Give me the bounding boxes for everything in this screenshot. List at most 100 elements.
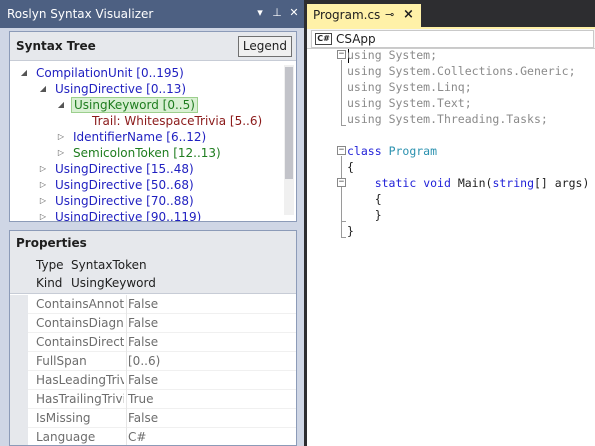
property-value[interactable]: False bbox=[128, 371, 158, 390]
expand-arrow-icon[interactable]: ▷ bbox=[38, 177, 48, 193]
tree-row[interactable]: ▷ UsingDirective [50..68) bbox=[10, 177, 282, 193]
tree-node-label[interactable]: Trail: WhitespaceTrivia [5..6) bbox=[90, 113, 264, 129]
code-area[interactable]: − − − using System; using System.Collect… bbox=[307, 47, 595, 446]
syntax-tree-list: ◢ CompilationUnit [0..195) ◢ UsingDirect… bbox=[10, 65, 282, 221]
syntax-tree-header: Syntax Tree Legend bbox=[10, 32, 296, 61]
collapse-icon[interactable]: − bbox=[337, 50, 346, 59]
expand-arrow-icon[interactable]: ▷ bbox=[38, 209, 48, 221]
project-name[interactable]: CSApp bbox=[336, 32, 376, 46]
code-line: } bbox=[347, 207, 382, 223]
property-row[interactable]: Language C# bbox=[10, 428, 296, 445]
syntax-tree-heading: Syntax Tree bbox=[16, 39, 96, 53]
property-row[interactable]: ContainsDiagnostics False bbox=[10, 314, 296, 333]
tree-node-label[interactable]: SemicolonToken [12..13) bbox=[71, 145, 223, 161]
tree-node-label[interactable]: UsingDirective [50..68) bbox=[53, 177, 196, 193]
property-value[interactable]: False bbox=[128, 333, 158, 352]
column-divider bbox=[126, 409, 127, 428]
property-row[interactable]: ContainsDirectives False bbox=[10, 333, 296, 352]
properties-header: Properties bbox=[10, 231, 296, 254]
tree-node-label[interactable]: UsingDirective [0..13) bbox=[53, 81, 188, 97]
tree-row-selected[interactable]: ◢ UsingKeyword [0..5) bbox=[10, 97, 282, 113]
expand-arrow-icon[interactable]: ◢ bbox=[56, 97, 66, 113]
tree-scrollbar-thumb[interactable] bbox=[285, 67, 293, 179]
code-line: } bbox=[347, 223, 354, 239]
namespace-token: System.Threading.Tasks; bbox=[388, 112, 548, 126]
expand-arrow-icon[interactable]: ▷ bbox=[38, 193, 48, 209]
brace-token: { bbox=[347, 160, 354, 174]
row-gutter bbox=[10, 295, 28, 314]
tree-row[interactable]: ◢ UsingDirective [0..13) bbox=[10, 81, 282, 97]
property-value[interactable]: False bbox=[128, 314, 158, 333]
expand-arrow-icon[interactable]: ▷ bbox=[56, 129, 66, 145]
property-value[interactable]: [0..6) bbox=[128, 352, 160, 371]
property-name: ContainsAnnotations bbox=[36, 297, 124, 311]
outline-guide bbox=[341, 221, 346, 222]
column-divider bbox=[126, 295, 127, 314]
property-value[interactable]: C# bbox=[128, 428, 146, 445]
expand-arrow-icon[interactable]: ▷ bbox=[38, 161, 48, 177]
close-icon[interactable]: ✕ bbox=[287, 6, 301, 20]
type-label: Type bbox=[36, 258, 64, 272]
property-row[interactable]: HasLeadingTrivia False bbox=[10, 371, 296, 390]
column-divider bbox=[126, 314, 127, 333]
tab-label[interactable]: Program.cs bbox=[313, 8, 380, 22]
tree-node-label[interactable]: UsingDirective [90..119) bbox=[53, 209, 203, 221]
legend-button[interactable]: Legend bbox=[237, 36, 292, 57]
pin-icon[interactable]: ⊥ bbox=[270, 6, 284, 20]
tree-row[interactable]: ▷ SemicolonToken [12..13) bbox=[10, 145, 282, 161]
tree-node-label[interactable]: UsingKeyword [0..5) bbox=[71, 97, 198, 113]
property-name: FullSpan bbox=[36, 354, 87, 368]
csharp-project-icon: C# bbox=[315, 33, 332, 45]
outline-guide bbox=[341, 188, 342, 222]
property-value[interactable]: False bbox=[128, 409, 158, 428]
params-token: [] args) bbox=[534, 176, 590, 190]
keyword-token: using bbox=[347, 112, 382, 126]
expand-arrow-icon[interactable]: ◢ bbox=[19, 65, 29, 81]
row-gutter bbox=[10, 390, 28, 409]
code-line: using System.Collections.Generic; bbox=[347, 63, 576, 79]
property-row[interactable]: IsMissing False bbox=[10, 409, 296, 428]
collapse-icon[interactable]: − bbox=[337, 146, 346, 155]
tree-node-label[interactable]: UsingDirective [15..48) bbox=[53, 161, 196, 177]
property-name: ContainsDirectives bbox=[36, 335, 124, 349]
kind-value: UsingKeyword bbox=[71, 276, 156, 290]
tree-row[interactable]: ▷ IdentifierName [6..12) bbox=[10, 129, 282, 145]
tree-row[interactable]: ▷ UsingDirective [70..88) bbox=[10, 193, 282, 209]
code-line: static void Main(string[] args) bbox=[347, 175, 590, 191]
property-value[interactable]: True bbox=[128, 390, 154, 409]
tree-row[interactable]: ◢ CompilationUnit [0..195) bbox=[10, 65, 282, 81]
kind-row: Kind UsingKeyword bbox=[10, 274, 296, 292]
property-value[interactable]: False bbox=[128, 295, 158, 314]
tree-row[interactable]: ▷ UsingDirective [90..119) bbox=[10, 209, 282, 221]
tab-program-cs[interactable]: Program.cs ⊸ × bbox=[307, 4, 421, 28]
properties-summary: Type SyntaxToken Kind UsingKeyword bbox=[10, 254, 296, 294]
row-gutter bbox=[10, 333, 28, 352]
type-row: Type SyntaxToken bbox=[10, 256, 296, 274]
pin-tab-icon[interactable]: ⊸ bbox=[385, 8, 394, 21]
type-token: Program bbox=[388, 144, 438, 158]
close-tab-icon[interactable]: × bbox=[403, 7, 414, 22]
tree-node-label[interactable]: CompilationUnit [0..195) bbox=[34, 65, 186, 81]
dropdown-icon[interactable]: ▾ bbox=[253, 6, 267, 20]
namespace-token: System.Collections.Generic; bbox=[388, 64, 576, 78]
column-divider bbox=[126, 428, 127, 445]
properties-heading: Properties bbox=[16, 236, 87, 250]
collapse-icon[interactable]: − bbox=[337, 178, 346, 187]
outline-guide bbox=[341, 237, 346, 238]
tree-node-label[interactable]: IdentifierName [6..12) bbox=[71, 129, 208, 145]
keyword-token: using bbox=[347, 64, 382, 78]
expand-arrow-icon[interactable]: ◢ bbox=[38, 81, 48, 97]
project-dropdown[interactable]: C# CSApp bbox=[311, 30, 594, 48]
property-row[interactable]: FullSpan [0..6) bbox=[10, 352, 296, 371]
code-line: using System.Threading.Tasks; bbox=[347, 111, 548, 127]
tree-row[interactable]: ▷ UsingDirective [15..48) bbox=[10, 161, 282, 177]
tree-scrollbar[interactable] bbox=[284, 65, 294, 215]
property-row[interactable]: HasTrailingTrivia True bbox=[10, 390, 296, 409]
expand-arrow-icon[interactable]: ▷ bbox=[56, 145, 66, 161]
panel-title: Roslyn Syntax Visualizer bbox=[7, 7, 154, 21]
property-row[interactable]: ContainsAnnotations False bbox=[10, 295, 296, 314]
row-gutter bbox=[10, 371, 28, 390]
tree-node-label[interactable]: UsingDirective [70..88) bbox=[53, 193, 196, 209]
tree-row[interactable]: Trail: WhitespaceTrivia [5..6) bbox=[10, 113, 282, 129]
code-line: using System; bbox=[347, 47, 437, 63]
